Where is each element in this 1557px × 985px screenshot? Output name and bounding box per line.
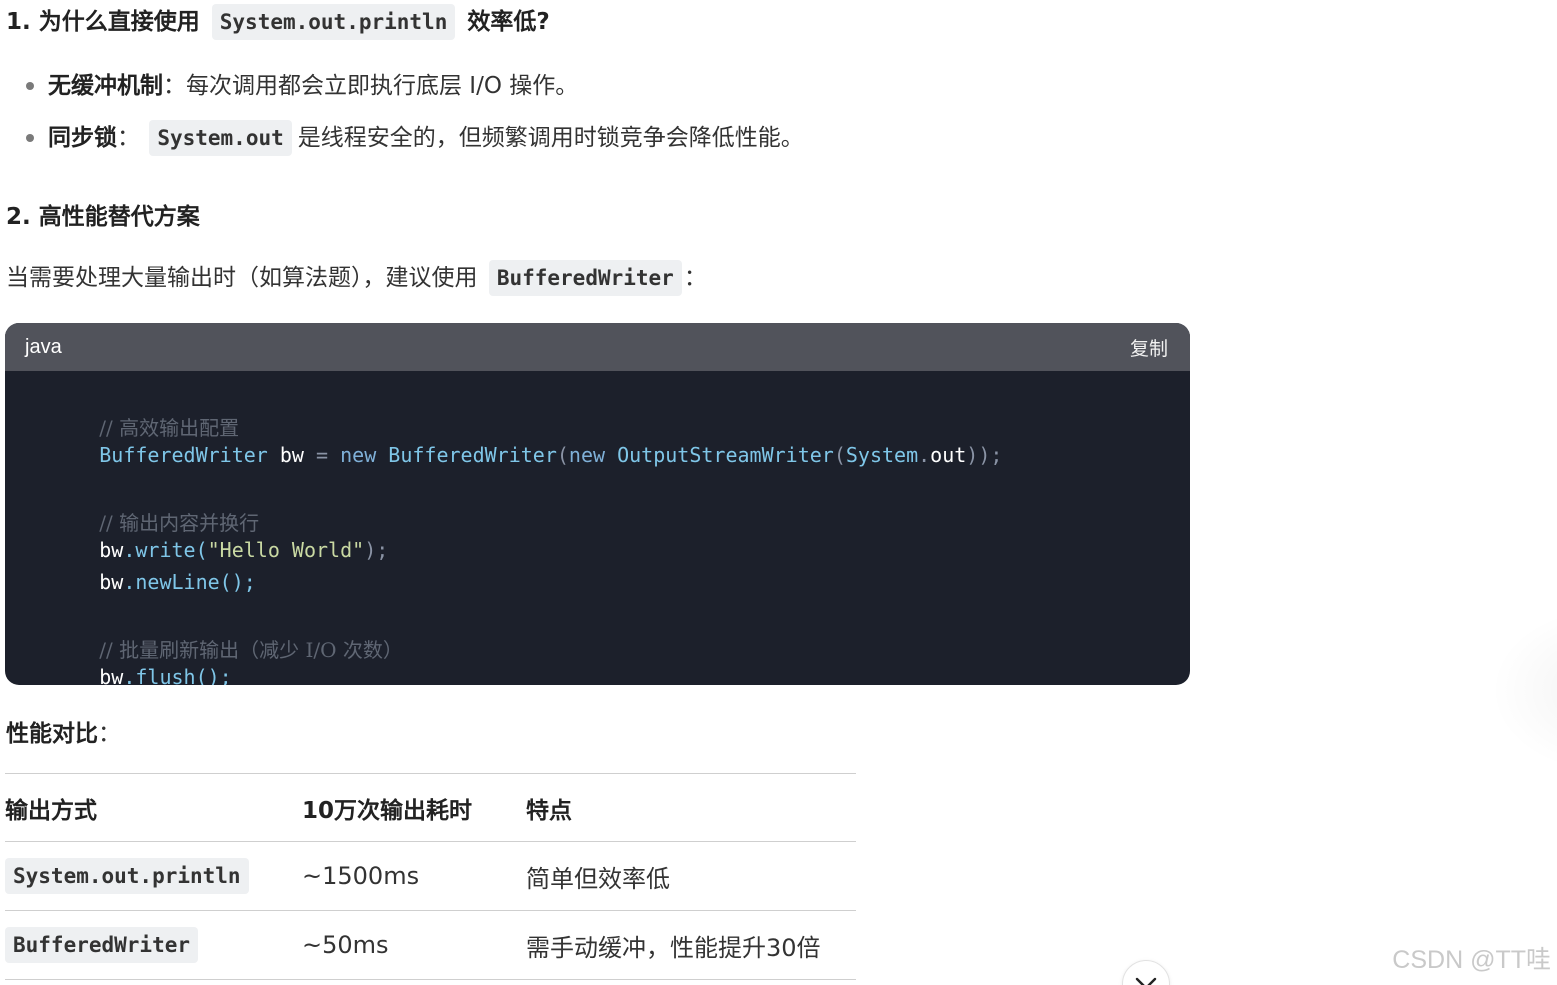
bullet-text: 是线程安全的，但频繁调用时锁竞争会降低性能。 (297, 125, 804, 151)
code-token: out (930, 443, 967, 467)
code-token: . (918, 443, 931, 467)
bullet-bold: 同步锁 (48, 125, 117, 151)
table-header: 10万次输出耗时 (302, 773, 526, 842)
code-token: new (568, 443, 606, 467)
table-cell: ~1500ms (302, 841, 526, 911)
table-cell: ~50ms (302, 910, 526, 980)
code-token: ( (556, 443, 569, 467)
code-token: bw (99, 665, 124, 685)
side-panel-shadow (1490, 605, 1557, 775)
bullet-item: 无缓冲机制：每次调用都会立即执行底层 I/O 操作。 (48, 70, 578, 102)
code-content: // 高效输出配置 BufferedWriter bw = new Buffer… (5, 371, 1190, 685)
code-line: bw.flush(); (27, 641, 232, 685)
code-token: )); (966, 443, 1003, 467)
performance-table: 输出方式 10万次输出耗时 特点 System.out.println ~150… (5, 773, 856, 980)
section-1-heading: 1. 为什么直接使用 System.out.println 效率低? (6, 2, 550, 40)
table-row: BufferedWriter ~50ms 需手动缓冲，性能提升30倍 (5, 910, 856, 980)
table-cell: 简单但效率低 (526, 841, 856, 911)
section-1-heading-suffix: 效率低? (467, 9, 550, 35)
chevron-down-icon (1135, 977, 1157, 985)
intro-text: 当需要处理大量输出时（如算法题），建议使用 (6, 265, 478, 291)
scroll-down-button[interactable] (1122, 960, 1170, 985)
bullet-dot (26, 82, 34, 90)
code-line: BufferedWriter bw = new BufferedWriter(n… (27, 419, 1002, 491)
code-line: bw.newLine(); (27, 546, 256, 618)
code-token: bw (279, 443, 304, 467)
inline-code: BufferedWriter (488, 260, 682, 296)
compare-label-sep: ： (98, 721, 121, 747)
code-token: ); (364, 538, 389, 562)
code-language: java (25, 335, 62, 358)
code-token: System (845, 443, 919, 467)
table-cell: BufferedWriter (5, 910, 302, 980)
table-row: System.out.println ~1500ms 简单但效率低 (5, 841, 856, 911)
code-token: OutputStreamWriter (617, 443, 834, 467)
inline-code: BufferedWriter (5, 927, 199, 963)
watermark: CSDN @TT哇 (1392, 946, 1551, 974)
table-header: 特点 (526, 773, 856, 842)
bullet-text: 每次调用都会立即执行底层 I/O 操作。 (186, 73, 579, 99)
code-token: new (340, 443, 377, 467)
copy-button[interactable]: 复制 (1130, 334, 1168, 361)
table-header-row: 输出方式 10万次输出耗时 特点 (5, 773, 856, 842)
bullet-dot (26, 134, 34, 142)
compare-label-bold: 性能对比 (6, 721, 98, 747)
code-header: java 复制 (5, 323, 1190, 371)
code-token: = (316, 443, 329, 467)
inline-code: System.out (149, 120, 292, 156)
code-block: java 复制 // 高效输出配置 BufferedWriter bw = ne… (5, 323, 1190, 685)
bullet-item: 同步锁： System.out 是线程安全的，但频繁调用时锁竞争会降低性能。 (48, 120, 804, 156)
code-token: .flush(); (123, 665, 232, 685)
inline-code: System.out.println (5, 858, 249, 894)
table-header: 输出方式 (5, 773, 302, 842)
code-token: bw (99, 570, 124, 594)
bullet-sep: ： (117, 125, 140, 151)
intro-paragraph: 当需要处理大量输出时（如算法题），建议使用 BufferedWriter： (6, 260, 707, 296)
section-2-heading: 2. 高性能替代方案 (6, 204, 200, 230)
code-token: BufferedWriter (388, 443, 557, 467)
bullet-sep: ： (163, 73, 186, 99)
code-token: BufferedWriter (99, 443, 268, 467)
section-1-heading-prefix: 1. 为什么直接使用 (6, 9, 200, 35)
intro-suffix: ： (683, 265, 707, 291)
table-cell: 需手动缓冲，性能提升30倍 (526, 910, 856, 980)
table-cell: System.out.println (5, 841, 302, 911)
code-token: .newLine(); (123, 570, 256, 594)
compare-label: 性能对比： (6, 714, 121, 748)
bullet-bold: 无缓冲机制 (48, 73, 163, 99)
code-token: ( (833, 443, 846, 467)
inline-code: System.out.println (211, 4, 456, 40)
